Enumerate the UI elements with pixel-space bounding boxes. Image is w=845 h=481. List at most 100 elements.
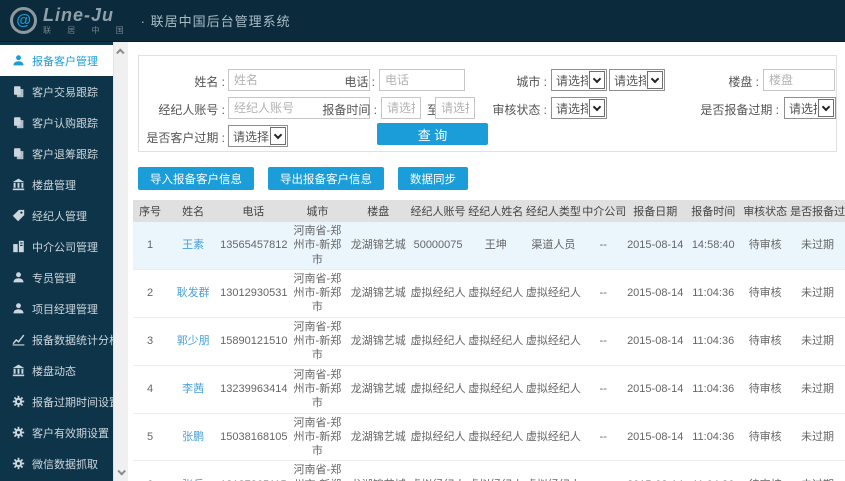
sidebar-item-7[interactable]: 专员管理 — [0, 262, 113, 293]
cell: 14:58:40 — [691, 239, 735, 252]
cell: 50000075 — [413, 239, 463, 252]
cell: 4 — [147, 382, 154, 395]
cell: -- — [582, 461, 624, 481]
cell: 虚拟经纪人 — [525, 461, 583, 481]
city-city-select[interactable]: 请选择 — [609, 69, 665, 91]
customer-name-link[interactable]: 郭少朋 — [167, 317, 219, 365]
cell: 待审核 — [748, 239, 782, 252]
cell: 未过期 — [801, 287, 835, 300]
audit-status-select[interactable]: 请选择 — [551, 97, 607, 119]
scroll-up-icon[interactable] — [114, 44, 128, 59]
column-header-5: 经纪人账号 — [409, 200, 467, 222]
cell: 11:04:36 — [692, 287, 735, 300]
sidebar-item-12[interactable]: 客户有效期设置 — [0, 417, 113, 448]
cell: 2015-08-14 — [627, 430, 684, 443]
user-icon — [12, 54, 25, 67]
table-row: 3 郭少朋 15890121510 河南省-郑州市-新郑市 龙湖锦艺城 虚拟经纪人 虚拟经纪… — [133, 317, 845, 366]
sidebar-item-9[interactable]: 报备数据统计分析 — [0, 324, 113, 355]
column-header-9: 报备日期 — [624, 200, 687, 222]
cell: 未过期 — [801, 430, 835, 443]
cell: 11:04:36 — [686, 461, 740, 481]
column-header-3: 城市 — [287, 200, 348, 222]
report-expired-select[interactable]: 请选择 — [784, 97, 836, 119]
cell: 虚拟经纪人 — [410, 335, 466, 348]
sidebar-item-label: 报备客户管理 — [32, 55, 98, 68]
phone-input[interactable] — [379, 69, 465, 91]
customer-expired-label: 是否客户过期 : — [146, 131, 225, 145]
sidebar-item-label: 客户认购跟踪 — [32, 117, 98, 130]
export-customers-button[interactable]: 导出报备客户信息 — [268, 167, 384, 190]
sidebar-item-label: 客户退筹跟踪 — [32, 148, 98, 161]
sidebar-scrollbar[interactable] — [113, 42, 128, 481]
cell: 虚拟经纪人 — [467, 461, 525, 481]
sidebar-item-label: 客户交易跟踪 — [32, 86, 98, 99]
cell: 未过期 — [801, 335, 835, 348]
customer-name-link[interactable]: 李茜 — [167, 365, 219, 413]
cell: 虚拟经纪人 — [410, 382, 466, 395]
gear-icon — [12, 426, 25, 439]
column-header-12: 是否报备过期 — [790, 200, 845, 222]
brand-name: Line-Ju — [43, 5, 115, 25]
city-province-select[interactable]: 请选择 — [551, 69, 607, 91]
agent-account-label: 经纪人账号 : — [158, 103, 225, 117]
import-customers-button[interactable]: 导入报备客户信息 — [138, 167, 254, 190]
sidebar-item-label: 专员管理 — [32, 272, 76, 285]
cell: 1 — [147, 239, 154, 252]
cell: -- — [599, 430, 607, 443]
column-header-6: 经纪人姓名 — [466, 200, 525, 222]
sidebar-item-1[interactable]: 客户交易跟踪 — [0, 76, 113, 107]
sidebar-item-13[interactable]: 微信数据抓取 — [0, 448, 113, 479]
cell: 渠道人员 — [531, 239, 576, 252]
column-header-7: 经纪人类型 — [524, 200, 583, 222]
table-header-row: 序号 姓名 电话 城市 楼盘 经纪人账号 经纪人姓名 经纪人类型 中介公司 报备日期 报备时间 审核状… — [133, 200, 845, 222]
report-time-from-input[interactable] — [381, 97, 421, 119]
cell: 龙湖锦艺城 — [350, 239, 406, 252]
table-row: 1 王素 13565457812 河南省-郑州市-新郑市 龙湖锦艺城 50000075 王坤… — [133, 222, 845, 270]
cell: 11:04:36 — [692, 335, 735, 348]
tag-icon — [12, 209, 25, 222]
logo: @ Line-Ju 联 居 中 国 — [10, 6, 131, 35]
query-button[interactable]: 查 询 — [377, 123, 488, 145]
cell: 2015-08-14 — [627, 382, 684, 395]
data-sync-button[interactable]: 数据同步 — [398, 167, 468, 190]
phone-label: 电话 : — [344, 75, 375, 89]
column-header-11: 审核状态 — [740, 200, 791, 222]
cell: 待审核 — [748, 430, 782, 443]
cell: 2015-08-14 — [627, 239, 684, 252]
customer-name-link[interactable]: 耿发群 — [167, 269, 219, 317]
scroll-down-icon[interactable] — [114, 464, 128, 479]
customer-name-link[interactable]: 王素 — [167, 222, 219, 269]
customer-expired-select[interactable]: 请选择 — [228, 125, 288, 147]
column-header-4: 楼盘 — [347, 200, 410, 222]
city-label: 城市 : — [516, 75, 547, 89]
cell: 11:04:36 — [692, 382, 735, 395]
cell: 河南省-郑州市-新郑市 — [293, 272, 342, 314]
cell: 18137865115 — [219, 461, 287, 481]
cell: 11:04:36 — [692, 430, 735, 443]
app-header: @ Line-Ju 联 居 中 国 · 联居中国后台管理系统 — [0, 0, 845, 42]
cell: 虚拟经纪人 — [525, 430, 581, 443]
gear-icon — [12, 457, 25, 470]
building-icon — [12, 364, 25, 377]
sidebar-item-4[interactable]: 楼盘管理 — [0, 169, 113, 200]
building-input[interactable] — [763, 69, 835, 91]
track-icon — [12, 85, 25, 98]
customer-name-link[interactable]: 张兵 — [167, 461, 219, 481]
cell: 龙湖锦艺城 — [350, 287, 406, 300]
sidebar-item-6[interactable]: 中介公司管理 — [0, 231, 113, 262]
cell: 虚拟经纪人 — [410, 430, 466, 443]
column-header-1: 姓名 — [167, 200, 220, 222]
customer-name-link[interactable]: 张鹏 — [167, 413, 219, 461]
cell: -- — [599, 382, 607, 395]
cell: 龙湖锦艺城 — [350, 382, 406, 395]
sidebar-item-0[interactable]: 报备客户管理 — [0, 45, 113, 76]
cell: 河南省-郑州市-新郑市 — [293, 368, 342, 410]
sidebar-item-5[interactable]: 经纪人管理 — [0, 200, 113, 231]
column-header-8: 中介公司 — [582, 200, 626, 222]
sidebar-item-10[interactable]: 楼盘动态 — [0, 355, 113, 386]
sidebar-item-11[interactable]: 报备过期时间设置 — [0, 386, 113, 417]
sidebar-item-8[interactable]: 项目经理管理 — [0, 293, 113, 324]
sidebar-item-3[interactable]: 客户退筹跟踪 — [0, 138, 113, 169]
sidebar-item-2[interactable]: 客户认购跟踪 — [0, 107, 113, 138]
cell: 虚拟经纪人 — [410, 287, 466, 300]
